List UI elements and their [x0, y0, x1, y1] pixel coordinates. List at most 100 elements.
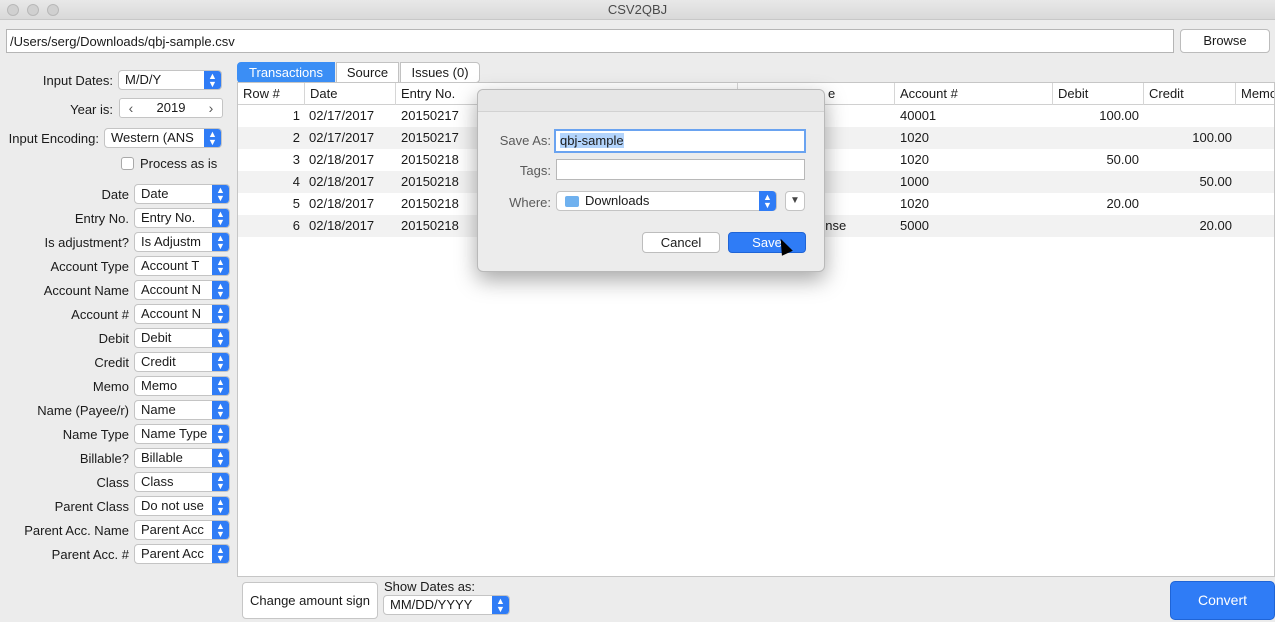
mapping-label: Name Type	[62, 427, 129, 442]
cell-debit	[1053, 215, 1139, 237]
mapping-select[interactable]: Debit ▲ ▼	[134, 328, 230, 348]
cell-name	[818, 171, 898, 193]
input-encoding-select[interactable]: Western (ANS ▲ ▼	[104, 128, 222, 148]
cell-credit: 20.00	[1199, 218, 1232, 233]
cell-debit: 20.00	[1106, 196, 1139, 211]
file-path-input[interactable]: /Users/serg/Downloads/qbj-sample.csv	[6, 29, 1174, 53]
process-as-is-label: Process as is	[140, 156, 218, 171]
mapping-label: Name (Payee/r)	[37, 403, 129, 418]
column-header-date[interactable]: Date	[305, 83, 396, 105]
tags-label: Tags:	[519, 163, 551, 178]
column-header-row[interactable]: Row #	[238, 83, 305, 105]
mapping-select[interactable]: Is Adjustm ▲ ▼	[134, 232, 230, 252]
mapping-select[interactable]: Name Type ▲ ▼	[134, 424, 230, 444]
cell-row: 6	[292, 218, 300, 233]
select-arrows-icon: ▲ ▼	[212, 425, 229, 443]
cancel-button[interactable]: Cancel	[642, 232, 720, 253]
input-dates-value: M/D/Y	[125, 72, 162, 87]
tab-issues[interactable]: Issues (0)	[400, 62, 480, 83]
select-arrows-icon: ▲ ▼	[212, 329, 229, 347]
mapping-select[interactable]: Memo ▲ ▼	[134, 376, 230, 396]
mapping-value: Class	[141, 474, 174, 489]
mapping-label: Account Name	[43, 283, 129, 298]
where-value: Downloads	[585, 193, 650, 208]
cell-entry: 20150218	[401, 196, 459, 211]
cell-row: 3	[292, 152, 300, 167]
cell-row: 4	[292, 174, 300, 189]
cell-date: 02/18/2017	[309, 218, 375, 233]
year-value: 2019	[156, 100, 186, 115]
select-arrows-icon: ▲ ▼	[212, 377, 229, 395]
mapping-value: Name	[141, 402, 176, 417]
column-header-debit[interactable]: Debit	[1053, 83, 1144, 105]
mapping-value: Do not use	[141, 498, 204, 513]
mapping-value: Name Type	[141, 426, 208, 441]
cell-account: 5000	[900, 218, 929, 233]
mapping-label: Billable?	[79, 451, 129, 466]
tags-input[interactable]	[556, 159, 805, 180]
mapping-select[interactable]: Account N ▲ ▼	[134, 280, 230, 300]
browse-button[interactable]: Browse	[1180, 29, 1270, 53]
mapping-label: Parent Class	[54, 499, 129, 514]
chevron-left-icon[interactable]: ‹	[124, 99, 138, 117]
show-dates-select[interactable]: MM/DD/YYYY ▲ ▼	[383, 595, 510, 615]
column-header-account-number[interactable]: Account #	[895, 83, 1053, 105]
select-arrows-icon: ▲ ▼	[212, 233, 229, 251]
cell-date: 02/18/2017	[309, 174, 375, 189]
cell-debit: 100.00	[1099, 108, 1139, 123]
mapping-select[interactable]: Entry No. ▲ ▼	[134, 208, 230, 228]
process-as-is-checkbox[interactable]	[121, 157, 134, 170]
cell-account: 40001	[900, 108, 937, 123]
mapping-value: Is Adjustm	[141, 234, 201, 249]
where-select[interactable]: Downloads ▲ ▼	[556, 191, 777, 211]
title-bar: CSV2QBJ	[0, 0, 1275, 20]
save-button[interactable]: Save	[728, 232, 806, 253]
expand-chevron-icon[interactable]: ▼	[785, 191, 805, 211]
tab-source[interactable]: Source	[336, 62, 399, 83]
cell-account: 1020	[900, 196, 929, 211]
mapping-select[interactable]: Name ▲ ▼	[134, 400, 230, 420]
save-as-value: qbj-sample	[560, 133, 624, 148]
cell-credit	[1144, 105, 1232, 127]
mapping-select[interactable]: Account T ▲ ▼	[134, 256, 230, 276]
mapping-select[interactable]: Account N ▲ ▼	[134, 304, 230, 324]
tab-transactions[interactable]: Transactions	[237, 62, 335, 83]
column-header-memo[interactable]: Memo	[1236, 83, 1274, 105]
mapping-select[interactable]: Parent Acc ▲ ▼	[134, 544, 230, 564]
year-label: Year is:	[70, 102, 113, 117]
mapping-label: Memo	[92, 379, 129, 394]
change-amount-sign-button[interactable]: Change amount sign	[242, 582, 378, 619]
mapping-select[interactable]: Class ▲ ▼	[134, 472, 230, 492]
year-stepper[interactable]: ‹ 2019 ›	[119, 98, 223, 118]
mapping-select[interactable]: Parent Acc ▲ ▼	[134, 520, 230, 540]
mapping-select[interactable]: Billable ▲ ▼	[134, 448, 230, 468]
select-arrows-icon: ▲ ▼	[212, 209, 229, 227]
cell-account: 1020	[900, 152, 929, 167]
input-encoding-label: Input Encoding:	[8, 131, 99, 146]
cell-name	[818, 193, 898, 215]
chevron-right-icon[interactable]: ›	[204, 99, 218, 117]
cell-entry: 20150218	[401, 152, 459, 167]
save-as-input[interactable]: qbj-sample	[554, 129, 806, 153]
select-arrows-icon: ▲ ▼	[759, 191, 776, 211]
mapping-value: Account N	[141, 306, 201, 321]
where-label: Where:	[509, 195, 551, 210]
column-header-credit[interactable]: Credit	[1144, 83, 1236, 105]
mapping-value: Account N	[141, 282, 201, 297]
mapping-value: Memo	[141, 378, 178, 393]
select-arrows-icon: ▲ ▼	[212, 257, 229, 275]
cell-date: 02/18/2017	[309, 196, 375, 211]
cell-account: 1020	[900, 130, 929, 145]
cell-row: 5	[292, 196, 300, 211]
mapping-select[interactable]: Do not use ▲ ▼	[134, 496, 230, 516]
cell-date: 02/18/2017	[309, 152, 375, 167]
mapping-label: Account #	[71, 307, 129, 322]
cell-date: 02/17/2017	[309, 130, 375, 145]
select-arrows-icon: ▲ ▼	[212, 521, 229, 539]
select-arrows-icon: ▲ ▼	[204, 129, 221, 147]
mapping-select[interactable]: Credit ▲ ▼	[134, 352, 230, 372]
mapping-label: Entry No.	[74, 211, 129, 226]
input-dates-select[interactable]: M/D/Y ▲ ▼	[118, 70, 222, 90]
mapping-select[interactable]: Date ▲ ▼	[134, 184, 230, 204]
convert-button[interactable]: Convert	[1170, 581, 1275, 620]
